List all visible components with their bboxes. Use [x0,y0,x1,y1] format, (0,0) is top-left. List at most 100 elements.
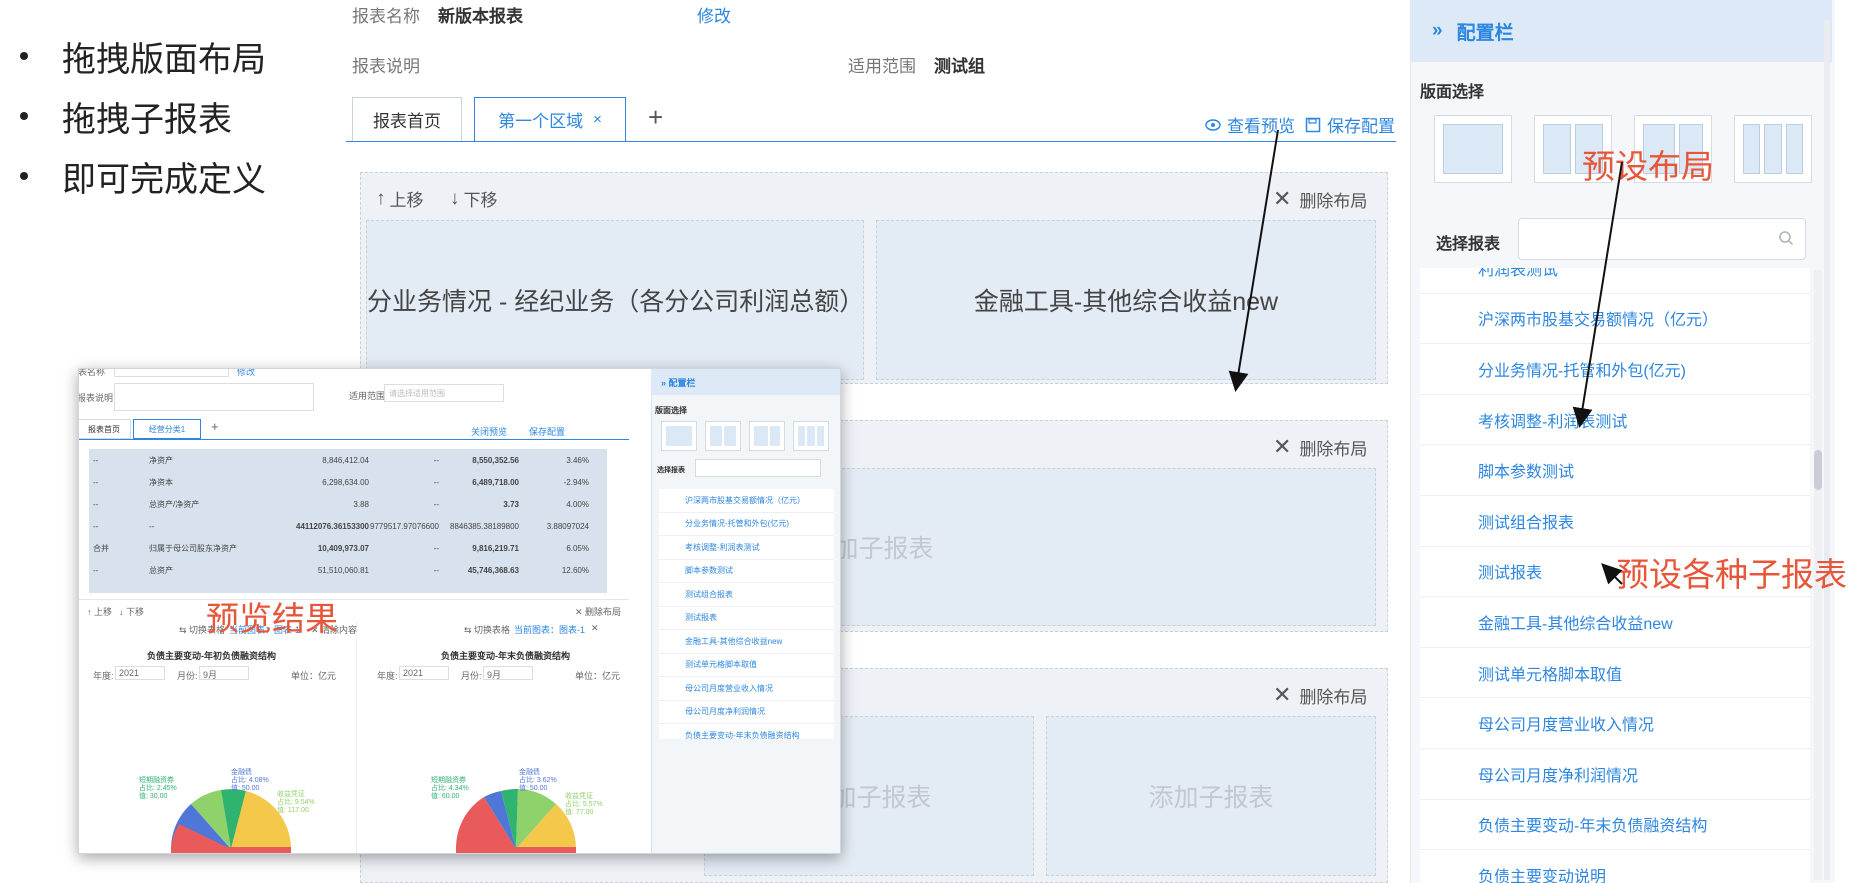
report-item[interactable]: 考核调整-利润表测试 [1420,395,1810,446]
pv-table-row: -- -- 44112076.36153300 9779517.97076600 884… [93,521,589,531]
report-item[interactable]: 母公司月度营业收入情况 [1420,698,1810,749]
pv-delete-layout[interactable]: ✕ 删除布局 [575,605,621,618]
double-chevron-icon[interactable]: » [1432,20,1443,42]
close-icon: ✕ [1273,682,1292,707]
sub-report-cell[interactable]: 分业务情况 - 经纪业务（各分公司利润总额） [366,220,864,380]
tab-divider [346,141,1396,142]
report-item[interactable]: 沪深两市股基交易额情况（亿元） [1420,294,1810,345]
report-item[interactable]: 母公司月度净利润情况 [1420,749,1810,800]
move-up-button[interactable]: ↑ 上移 [376,186,424,211]
pv-layout-option[interactable] [793,421,829,451]
pv-move-down[interactable]: ↓ 下移 [119,605,144,618]
pv-chart-title-right: 负债主要变动-年末负债融资结构 [441,651,570,661]
tab-first-area[interactable]: 第一个区域 × [474,97,626,141]
pv-report-item[interactable]: 负债主要变动-年末负债融资结构 [659,724,834,739]
feature-item: 拖拽版面布局 [20,26,266,86]
pv-year-select[interactable]: 2021 [399,666,449,680]
feature-item: 拖拽子报表 [20,86,266,146]
search-icon[interactable] [1778,230,1794,246]
pv-month-select[interactable]: 9月 [483,666,533,680]
pv-pie-labels-left: 短期融资券 占比: 2.45% 值: 30.00 [139,777,177,800]
delete-layout-button[interactable]: ✕ 删除布局 [1273,186,1367,212]
pv-report-item[interactable]: 母公司月度营业收入情况 [659,677,834,701]
pv-pie-labels-left: 收益凭证 占比: 9.54% 值: 117.00 [277,791,315,814]
close-icon: ✕ [1273,434,1292,459]
pv-tab-area[interactable]: 经营分类1 [133,419,201,439]
close-icon[interactable]: × [593,111,602,128]
move-down-button[interactable]: ↓ 下移 [450,186,498,211]
layout-option-single[interactable] [1434,115,1512,183]
add-sub-report-cell[interactable]: 添加子报表 [1046,716,1376,876]
scope-label: 适用范围 [848,57,916,76]
report-item[interactable]: 分业务情况-托管和外包(亿元) [1420,344,1810,395]
pv-pie-chart-right [456,789,576,853]
report-item[interactable]: 负债主要变动说明 [1420,850,1810,883]
pv-layout-option[interactable] [661,421,697,451]
pv-scope-label: 适用范围 [349,391,386,401]
pv-report-list: 沪深两市股基交易额情况（亿元） 分业务情况-托管和外包(亿元) 考核调整-利润表… [659,489,834,739]
pv-month-select[interactable]: 9月 [199,666,249,680]
pv-report-item[interactable]: 测试单元格脚本取值 [659,653,834,677]
layout-option-three-columns[interactable] [1734,115,1812,183]
pv-move-up[interactable]: ↑ 上移 [87,605,112,618]
preview-button[interactable]: 查看预览 [1205,112,1295,137]
report-name-label: 报表名称 [352,7,420,26]
pv-config-header: » 配置栏 [651,369,840,395]
pv-year-select[interactable]: 2021 [115,666,165,680]
pv-clear-content[interactable]: ✕ [591,623,599,634]
pv-year-label: 年度: [93,671,114,681]
pv-report-item[interactable]: 母公司月度净利润情况 [659,700,834,724]
report-search-input[interactable] [1518,218,1806,260]
delete-layout-button[interactable]: ✕ 删除布局 [1273,434,1367,460]
pv-scope-select[interactable]: 请选择适用范围 [384,384,504,402]
report-item[interactable]: 测试组合报表 [1420,496,1810,547]
add-tab-button[interactable]: + [648,102,663,133]
sub-report-cell[interactable]: 金融工具-其他综合收益new [876,220,1376,380]
pv-report-select-title: 选择报表 [657,467,685,474]
pv-month-label: 月份: [177,671,198,681]
config-panel-header: » 配置栏 [1410,0,1832,62]
panel-scrollbar[interactable] [1824,20,1830,880]
pv-close-preview[interactable]: 关闭预览 [471,425,507,438]
pv-report-item[interactable]: 脚本参数测试 [659,559,834,583]
pv-report-item[interactable]: 金融工具-其他综合收益new [659,630,834,654]
pv-save-config[interactable]: 保存配置 [529,425,565,438]
tab-report-home[interactable]: 报表首页 [352,97,462,141]
pv-desc-input[interactable] [114,383,314,411]
pv-current-chart[interactable]: 当前图表：图表-1 [514,623,585,636]
modify-link[interactable]: 修改 [697,2,731,27]
report-item[interactable]: 利润表测试 [1420,268,1810,294]
pv-tab-home[interactable]: 报表首页 [79,419,131,439]
pv-modify-link[interactable]: 修改 [237,369,255,378]
report-list-scroll-thumb[interactable] [1814,450,1822,490]
pv-report-item[interactable]: 考核调整-利润表测试 [659,536,834,560]
report-item[interactable]: 测试单元格脚本取值 [1420,648,1810,699]
pv-unit-label: 单位：亿元 [575,671,621,681]
pv-report-search[interactable] [695,459,821,477]
pv-report-name-input[interactable] [114,369,229,377]
report-item[interactable]: 金融工具-其他综合收益new [1420,597,1810,648]
report-item[interactable]: 负债主要变动-年末负债融资结构 [1420,800,1810,851]
report-item[interactable]: 脚本参数测试 [1420,445,1810,496]
delete-layout-button[interactable]: ✕ 删除布局 [1273,682,1367,708]
annotation-preset-layout: 预设布局 [1582,148,1714,185]
annotation-preview-result: 预览结果 [206,600,338,637]
pv-report-item[interactable]: 测试组合报表 [659,583,834,607]
save-config-button[interactable]: 保存配置 [1305,112,1395,137]
pv-layout-option[interactable] [749,421,785,451]
pv-report-item[interactable]: 分业务情况-托管和外包(亿元) [659,512,834,536]
pv-add-tab[interactable]: + [211,419,219,434]
pv-switch-table[interactable]: ⇆ 切换表格 [464,623,510,636]
feature-list: 拖拽版面布局 拖拽子报表 即可完成定义 [20,26,266,206]
pv-layout-option[interactable] [705,421,741,451]
pv-report-item[interactable]: 测试报表 [659,606,834,630]
pv-report-item[interactable]: 沪深两市股基交易额情况（亿元） [659,489,834,513]
close-icon: ✕ [1273,186,1292,211]
pie-slice [456,847,576,853]
save-icon [1305,117,1321,132]
pv-month-label: 月份: [461,671,482,681]
pv-pie-labels-left: 金融债 占比: 4.08% 值: 50.00 [231,769,269,792]
pv-table-row: -- 净资本 6,298,634.00 -- 6,489,718.00 -2.94% [93,477,589,487]
pv-data-table: -- 净资产 8,846,412.04 -- 8,550,352.56 3.46% -- 净… [89,449,607,593]
arrow-up-icon: ↑ [376,187,386,209]
